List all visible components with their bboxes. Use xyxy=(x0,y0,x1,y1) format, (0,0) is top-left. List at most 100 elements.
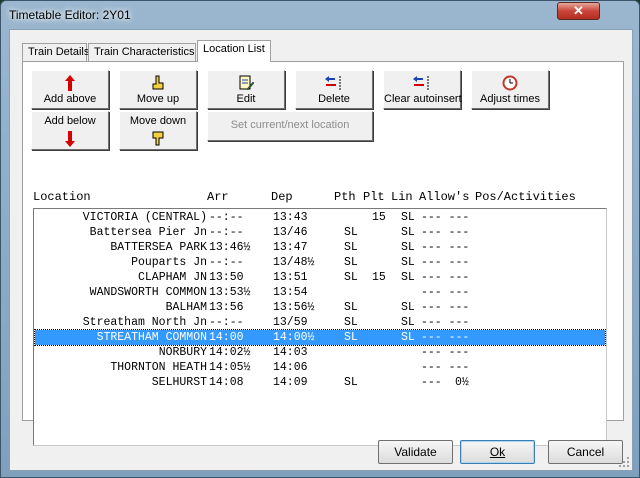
cell-arr: 14:05½ xyxy=(209,361,251,374)
cell-allow: --- --- xyxy=(421,361,470,374)
delete-button[interactable]: Delete xyxy=(295,70,373,109)
column-header-plt: Plt xyxy=(363,190,385,204)
cell-dep: 14:00½ xyxy=(273,331,315,344)
tab-location-list[interactable]: Location List xyxy=(197,40,271,62)
table-row[interactable]: VICTORIA (CENTRAL) --:-- 13:43 15 SL ---… xyxy=(35,210,605,225)
table-row[interactable]: BALHAM 13:56 13:56½ SL SL --- --- xyxy=(35,300,605,315)
cell-location: BATTERSEA PARK xyxy=(110,241,207,254)
cell-lin: SL xyxy=(401,301,415,314)
dialog-client-area: Train Details Train Characteristics Loca… xyxy=(9,29,633,471)
table-row[interactable]: NORBURY 14:02½ 14:03 --- --- xyxy=(35,345,605,360)
cell-location: STREATHAM COMMON xyxy=(96,331,207,344)
cell-arr: 14:02½ xyxy=(209,346,251,359)
location-list[interactable]: VICTORIA (CENTRAL) --:-- 13:43 15 SL ---… xyxy=(33,208,607,446)
table-row[interactable]: Battersea Pier Jn --:-- 13/46 SL SL --- … xyxy=(35,225,605,240)
validate-button[interactable]: Validate xyxy=(378,440,453,464)
edit-button[interactable]: Edit xyxy=(207,70,285,109)
column-headers: Location Arr Dep Pth Plt Lin Allow's Pos… xyxy=(33,190,615,206)
arrow-down-red-icon xyxy=(32,131,108,147)
add-above-button[interactable]: Add above xyxy=(31,70,109,109)
cell-plt: 15 xyxy=(372,211,386,224)
cell-location: Battersea Pier Jn xyxy=(89,226,207,239)
cell-dep: 14:06 xyxy=(273,361,308,374)
column-header-pth: Pth xyxy=(334,190,356,204)
cell-arr: 14:00 xyxy=(209,331,244,344)
cell-lin: SL xyxy=(401,211,415,224)
column-header-allows: Allow's xyxy=(419,190,470,204)
table-row[interactable]: THORNTON HEATH 14:05½ 14:06 --- --- xyxy=(35,360,605,375)
hand-pointing-up-icon xyxy=(120,75,196,91)
cell-dep: 13:56½ xyxy=(273,301,315,314)
table-row[interactable]: Pouparts Jn --:-- 13/48½ SL SL --- --- xyxy=(35,255,605,270)
cell-location: WANDSWORTH COMMON xyxy=(89,286,207,299)
cell-arr: --:-- xyxy=(209,211,244,224)
cell-allow: --- --- xyxy=(421,286,470,299)
cell-allow: --- --- xyxy=(421,211,470,224)
move-down-button[interactable]: Move down xyxy=(119,111,197,150)
title-bar[interactable]: Timetable Editor: 2Y01 ✕ xyxy=(1,1,639,29)
clock-icon xyxy=(472,75,548,91)
cell-lin: SL xyxy=(401,316,415,329)
cell-pth: SL xyxy=(344,271,358,284)
location-list-panel: Add above Add below Move up Move down Ed… xyxy=(22,61,624,446)
cell-lin: SL xyxy=(401,256,415,269)
cell-arr: 13:46½ xyxy=(209,241,251,254)
column-header-pos-activities: Pos/Activities xyxy=(475,190,576,204)
cell-location: Streatham North Jn xyxy=(82,316,207,329)
cell-dep: 13:47 xyxy=(273,241,308,254)
cell-allow: --- --- xyxy=(421,316,470,329)
table-row[interactable]: SELHURST 14:08 14:09 SL --- 0½ xyxy=(35,375,605,390)
add-below-button[interactable]: Add below xyxy=(31,111,109,150)
cell-allow: --- --- xyxy=(421,301,470,314)
column-header-lin: Lin xyxy=(391,190,413,204)
tab-train-characteristics[interactable]: Train Characteristics xyxy=(88,43,196,62)
move-up-button[interactable]: Move up xyxy=(119,70,197,109)
tab-train-details[interactable]: Train Details xyxy=(22,43,89,62)
window-title: Timetable Editor: 2Y01 xyxy=(9,8,131,22)
timetable-editor-window: Timetable Editor: 2Y01 ✕ Train Details T… xyxy=(0,0,640,478)
cell-plt: 15 xyxy=(372,271,386,284)
column-header-arr: Arr xyxy=(207,190,229,204)
cell-lin: SL xyxy=(401,226,415,239)
cell-location: CLAPHAM JN xyxy=(137,271,207,284)
table-row[interactable]: CLAPHAM JN 13:50 13:51 SL 15 SL --- --- xyxy=(35,270,605,285)
cell-lin: SL xyxy=(401,271,415,284)
cell-arr: 14:08 xyxy=(209,376,244,389)
close-button[interactable]: ✕ xyxy=(557,2,600,20)
cell-dep: 13/48½ xyxy=(273,256,315,269)
adjust-times-button[interactable]: Adjust times xyxy=(471,70,549,109)
cell-allow: --- --- xyxy=(421,331,470,344)
table-row[interactable]: Streatham North Jn --:-- 13/59 SL SL ---… xyxy=(35,315,605,330)
cell-dep: 13:43 xyxy=(273,211,308,224)
cell-allow: --- --- xyxy=(421,256,470,269)
cell-arr: 13:50 xyxy=(209,271,244,284)
cell-allow: --- xyxy=(421,376,442,389)
cell-dep: 13/46 xyxy=(273,226,308,239)
arrow-up-red-icon xyxy=(32,75,108,91)
cell-dep: 14:03 xyxy=(273,346,308,359)
cell-pth: SL xyxy=(344,301,358,314)
cell-location: SELHURST xyxy=(151,376,207,389)
clear-autoinsert-button[interactable]: Clear autoinsert xyxy=(383,70,462,109)
set-current-next-location-button: Set current/next location xyxy=(207,111,373,141)
cell-dep: 13:54 xyxy=(273,286,308,299)
cell-location: BALHAM xyxy=(165,301,207,314)
cell-arr: 13:53½ xyxy=(209,286,251,299)
cell-arr: --:-- xyxy=(209,226,244,239)
table-row[interactable]: BATTERSEA PARK 13:46½ 13:47 SL SL --- --… xyxy=(35,240,605,255)
cell-pth: SL xyxy=(344,241,358,254)
table-row[interactable]: WANDSWORTH COMMON 13:53½ 13:54 --- --- xyxy=(35,285,605,300)
ok-button[interactable]: Ok xyxy=(460,440,535,464)
cell-location: Pouparts Jn xyxy=(131,256,207,269)
delete-entry-icon xyxy=(296,75,372,91)
cancel-button[interactable]: Cancel xyxy=(548,440,623,464)
table-row-selected[interactable]: STREATHAM COMMON 14:00 14:00½ SL SL --- … xyxy=(34,329,606,346)
cell-pth: SL xyxy=(344,331,358,344)
cell-pos: 0½ xyxy=(455,376,469,389)
cell-lin: SL xyxy=(401,241,415,254)
cell-location: VICTORIA (CENTRAL) xyxy=(82,211,207,224)
cell-dep: 13/59 xyxy=(273,316,308,329)
column-header-location: Location xyxy=(33,190,91,204)
cell-arr: --:-- xyxy=(209,316,244,329)
resize-grip-icon[interactable] xyxy=(618,456,630,468)
